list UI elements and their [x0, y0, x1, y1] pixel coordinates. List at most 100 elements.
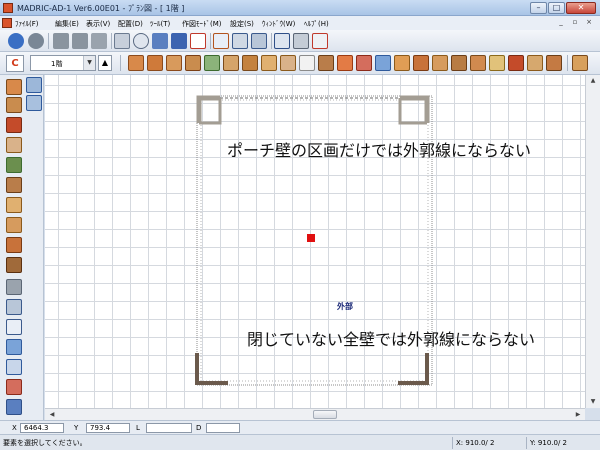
dimension-draw-icon[interactable]	[6, 299, 22, 315]
move-icon[interactable]	[274, 33, 290, 49]
zoom-extents-icon[interactable]	[171, 33, 187, 49]
beam-icon[interactable]	[318, 55, 334, 71]
fixture-icon[interactable]	[356, 55, 372, 71]
note-icon[interactable]	[6, 279, 22, 295]
balcony-icon[interactable]	[375, 55, 391, 71]
deck-icon[interactable]	[470, 55, 486, 71]
vertical-scrollbar[interactable]: ▲ ▼	[585, 75, 600, 408]
grid-icon[interactable]	[527, 55, 543, 71]
select-arrow-icon[interactable]	[213, 33, 229, 49]
plant-icon[interactable]	[6, 157, 22, 173]
slope-icon[interactable]	[451, 55, 467, 71]
menu-help[interactable]: ﾍﾙﾌﾟ(H)	[304, 19, 329, 29]
menu-place[interactable]: 配置(D)	[118, 19, 143, 29]
angle-field[interactable]	[206, 423, 240, 433]
center-marker[interactable]	[307, 234, 315, 242]
column-draw-icon[interactable]	[6, 217, 22, 233]
compass-icon[interactable]	[6, 359, 22, 375]
porch-wall-top-left-inner	[199, 98, 222, 125]
opening-icon[interactable]	[432, 55, 448, 71]
room-draw-icon[interactable]	[6, 97, 22, 113]
scroll-down-icon[interactable]: ▼	[586, 396, 600, 408]
tree-icon[interactable]	[6, 237, 22, 253]
mdi-restore-button[interactable]: ▫	[570, 18, 580, 28]
close-button[interactable]: ✕	[566, 2, 596, 14]
outline-icon[interactable]	[26, 77, 42, 93]
column-icon[interactable]	[299, 55, 315, 71]
drawing-canvas[interactable]: ポーチ壁の区画だけでは外郭線にならない 外部 閉じていない全壁では外郭線にならな…	[45, 75, 585, 408]
undo-icon[interactable]	[8, 33, 24, 49]
door-icon[interactable]	[261, 55, 277, 71]
dimension-icon[interactable]	[546, 55, 562, 71]
symbol-icon[interactable]	[6, 339, 22, 355]
c-button[interactable]: C	[6, 55, 24, 72]
zoom-window-icon[interactable]	[114, 33, 130, 49]
terrain-icon[interactable]	[204, 55, 220, 71]
separator	[567, 55, 568, 71]
wall-segment-icon[interactable]	[147, 55, 163, 71]
fence-icon[interactable]	[572, 55, 588, 71]
maximize-button[interactable]: □	[548, 2, 565, 14]
floor-up-button[interactable]: ▲	[98, 55, 112, 71]
menu-edit[interactable]: 編集(E)	[55, 19, 79, 29]
horizontal-scrollbar[interactable]: ◀ ▶	[45, 408, 585, 420]
menu-file[interactable]: ﾌｧｲﾙ(F)	[15, 19, 39, 29]
door-draw-icon[interactable]	[6, 117, 22, 133]
zoom-fit-icon[interactable]	[152, 33, 168, 49]
rect-select-icon[interactable]	[232, 33, 248, 49]
sash-icon[interactable]	[394, 55, 410, 71]
annotation-open-wall: 閉じていない全壁では外郭線にならない	[247, 330, 536, 349]
annotation-porch-wall: ポーチ壁の区画だけでは外郭線にならない	[227, 141, 532, 160]
length-label: L	[136, 424, 140, 432]
fence-draw-icon[interactable]	[6, 257, 22, 273]
wall-icon[interactable]	[128, 55, 144, 71]
panel-icon[interactable]	[413, 55, 429, 71]
minimize-button[interactable]: –	[530, 2, 547, 14]
copy-icon[interactable]	[53, 33, 69, 49]
separator	[120, 55, 121, 71]
menu-window[interactable]: ｳｨﾝﾄﾞｳ(W)	[262, 19, 295, 29]
pencil-icon[interactable]	[312, 33, 328, 49]
pin-icon[interactable]	[6, 379, 22, 395]
rotate-icon[interactable]	[293, 33, 309, 49]
mdi-close-button[interactable]: ×	[584, 18, 594, 28]
menu-view[interactable]: 表示(V)	[86, 19, 110, 29]
region-icon[interactable]	[26, 95, 42, 111]
scroll-up-icon[interactable]: ▲	[586, 75, 600, 87]
menu-draw-mode[interactable]: 作図ﾓｰﾄﾞ(M)	[182, 19, 222, 29]
cabinet-icon[interactable]	[489, 55, 505, 71]
window-draw-icon[interactable]	[6, 137, 22, 153]
menu-tools[interactable]: ﾂｰﾙ(T)	[150, 19, 170, 29]
scroll-thumb[interactable]	[313, 410, 337, 419]
x-coord-field[interactable]: 6464.3	[20, 423, 64, 433]
eraser-icon[interactable]	[91, 33, 107, 49]
print-preview-icon[interactable]	[251, 33, 267, 49]
stair-icon[interactable]	[242, 55, 258, 71]
floor-icon[interactable]	[185, 55, 201, 71]
app-icon	[3, 3, 13, 13]
floor-select[interactable]: 1階 ▼	[30, 55, 96, 71]
delete-element-icon[interactable]	[508, 55, 524, 71]
y-coord-field[interactable]: 793.4	[86, 423, 130, 433]
zoom-icon[interactable]	[133, 33, 149, 49]
text-abc-icon[interactable]	[6, 319, 22, 335]
cabinet-draw-icon[interactable]	[6, 197, 22, 213]
length-field[interactable]	[146, 423, 192, 433]
room-icon[interactable]	[166, 55, 182, 71]
document-icon[interactable]	[2, 18, 12, 28]
furniture-icon[interactable]	[337, 55, 353, 71]
separator	[210, 33, 211, 49]
coordinate-bar: X 6464.3 Y 793.4 L D	[0, 420, 600, 434]
wall-draw-icon[interactable]	[6, 79, 22, 95]
mdi-minimize-button[interactable]: _	[556, 18, 566, 28]
car-icon[interactable]	[6, 399, 22, 415]
chevron-down-icon[interactable]: ▼	[83, 56, 95, 70]
redo-icon[interactable]	[28, 33, 44, 49]
paste-icon[interactable]	[72, 33, 88, 49]
menu-settings[interactable]: 設定(S)	[230, 19, 254, 29]
redraw-icon[interactable]	[190, 33, 206, 49]
roof-icon[interactable]	[223, 55, 239, 71]
stair-draw-icon[interactable]	[6, 177, 22, 193]
window-icon[interactable]	[280, 55, 296, 71]
porch-wall-top-left	[196, 95, 220, 123]
